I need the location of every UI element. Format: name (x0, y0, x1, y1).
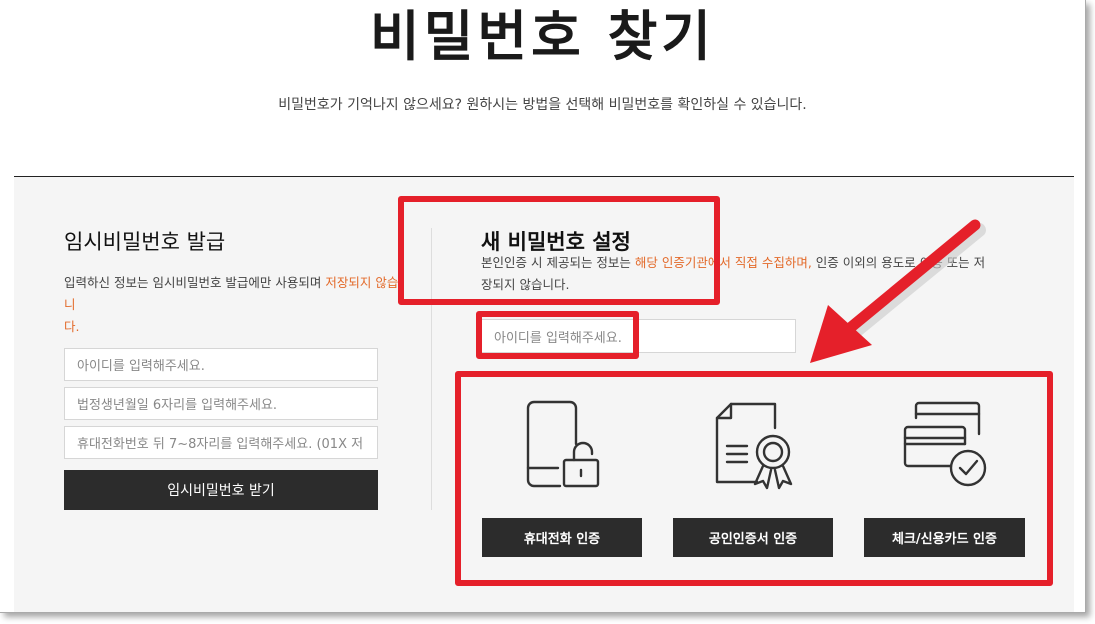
annotation-box-heading (398, 196, 720, 305)
phone-number-placeholder: 휴대전화번호 뒤 7~8자리를 입력해주세요. (01X 저 (77, 437, 364, 452)
birthdate-input[interactable]: 법정생년월일 6자리를 입력해주세요. (64, 387, 378, 420)
page-title: 비밀번호 찾기 (370, 5, 715, 68)
temp-password-desc-highlight-end: 다. (64, 319, 80, 334)
temp-password-heading: 임시비밀번호 발급 (64, 230, 226, 254)
temp-id-input[interactable]: 아이디를 입력해주세요. (64, 348, 378, 381)
annotation-arrow-icon (810, 219, 986, 363)
page-subtitle: 비밀번호가 기억나지 않으세요? 원하시는 방법을 선택해 비밀번호를 확인하실… (278, 97, 807, 113)
temp-password-desc: 입력하신 정보는 임시비밀번호 발급에만 사용되며 저장되지 않습니 다. (64, 272, 404, 338)
temp-id-placeholder: 아이디를 입력해주세요. (77, 359, 205, 374)
get-temp-password-button[interactable]: 임시비밀번호 받기 (64, 470, 378, 510)
annotation-box-id-input (476, 311, 639, 359)
phone-number-input[interactable]: 휴대전화번호 뒤 7~8자리를 입력해주세요. (01X 저 (64, 426, 378, 459)
annotation-box-methods (455, 371, 1053, 586)
temp-password-desc-text: 입력하신 정보는 임시비밀번호 발급에만 사용되며 (64, 275, 326, 290)
birthdate-placeholder: 법정생년월일 6자리를 입력해주세요. (77, 398, 278, 413)
